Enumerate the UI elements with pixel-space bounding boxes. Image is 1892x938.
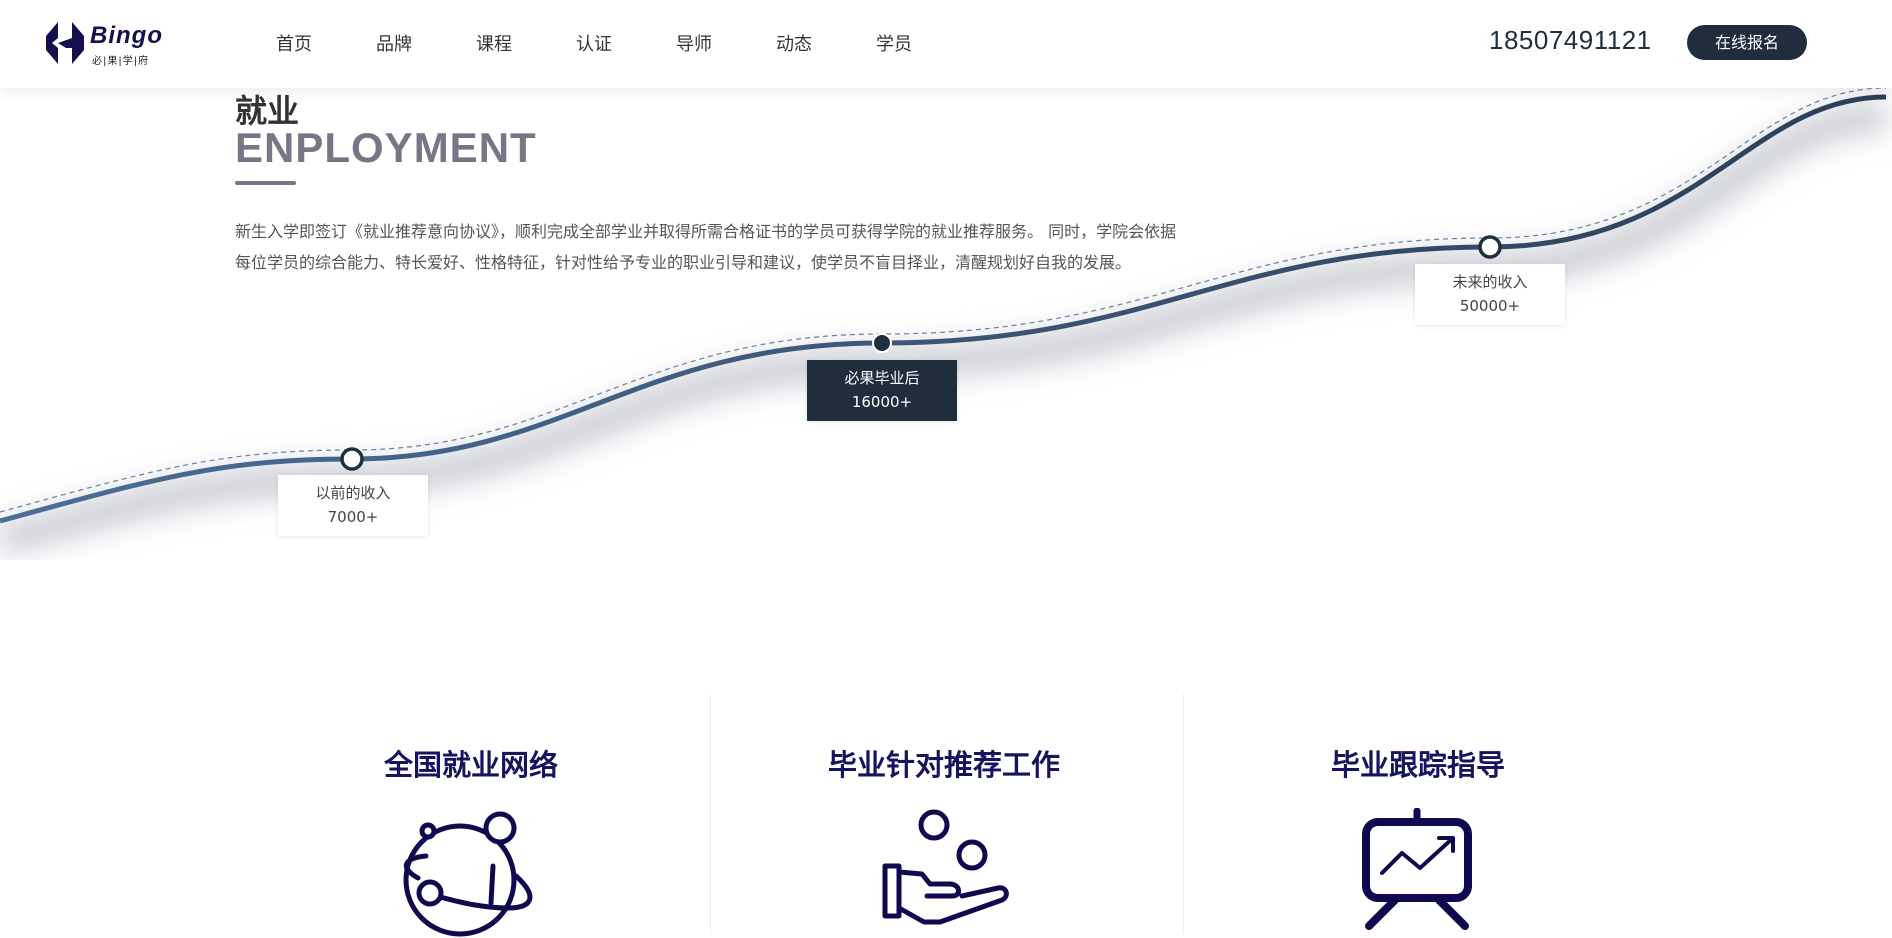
milestone-label-text: 以前的收入 <box>315 484 391 502</box>
milestone-value: 16000+ <box>851 393 913 411</box>
nav-students[interactable]: 学员 <box>876 30 976 56</box>
main-nav: 首页 品牌 课程 认证 导师 动态 学员 <box>276 30 976 56</box>
nav-home[interactable]: 首页 <box>276 30 376 56</box>
nav-mentors[interactable]: 导师 <box>676 30 776 56</box>
nav-news[interactable]: 动态 <box>776 30 876 56</box>
logo-word: Bingo <box>90 22 163 49</box>
milestone-dot <box>872 333 892 353</box>
logo[interactable]: Bingo 必|果|学|府 <box>44 20 169 68</box>
title-underline <box>235 181 296 185</box>
signup-button[interactable]: 在线报名 <box>1687 25 1807 60</box>
nav-certification[interactable]: 认证 <box>576 30 676 56</box>
nav-courses[interactable]: 课程 <box>476 30 576 56</box>
milestone-label: 以前的收入 7000+ <box>278 475 428 536</box>
feature-title: 全国就业网络 <box>383 748 558 782</box>
feature-title: 毕业跟踪指导 <box>1330 748 1505 782</box>
milestone-value: 50000+ <box>1459 297 1521 315</box>
feature-title: 毕业针对推荐工作 <box>827 748 1060 782</box>
section-description: 新生入学即签订《就业推荐意向协议》，顺利完成全部学业并取得所需合格证书的学员可获… <box>235 222 1177 272</box>
nav-brand[interactable]: 品牌 <box>376 30 476 56</box>
milestone-label-text: 未来的收入 <box>1452 273 1528 291</box>
milestone-dot <box>340 447 364 471</box>
logo-subtitle: 必|果|学|府 <box>92 56 150 67</box>
column-divider <box>710 694 711 934</box>
globe-network-icon <box>403 811 533 937</box>
column-divider <box>1183 694 1184 934</box>
milestone-label: 未来的收入 50000+ <box>1415 264 1565 325</box>
milestone-dot <box>1478 235 1502 259</box>
milestone-label: 必果毕业后 16000+ <box>807 360 957 421</box>
section-title-en: ENPLOYMENT <box>235 124 537 171</box>
hand-coins-icon <box>882 809 1009 925</box>
logo-mark-icon <box>46 22 84 64</box>
milestone-label-text: 必果毕业后 <box>844 369 920 387</box>
site-header: Bingo 必|果|学|府 首页 品牌 课程 认证 导师 动态 学员 18507… <box>0 0 1892 88</box>
milestone-value: 7000+ <box>327 508 379 526</box>
phone-number: 18507491121 <box>1489 25 1652 55</box>
chart-board-icon <box>1362 808 1472 930</box>
